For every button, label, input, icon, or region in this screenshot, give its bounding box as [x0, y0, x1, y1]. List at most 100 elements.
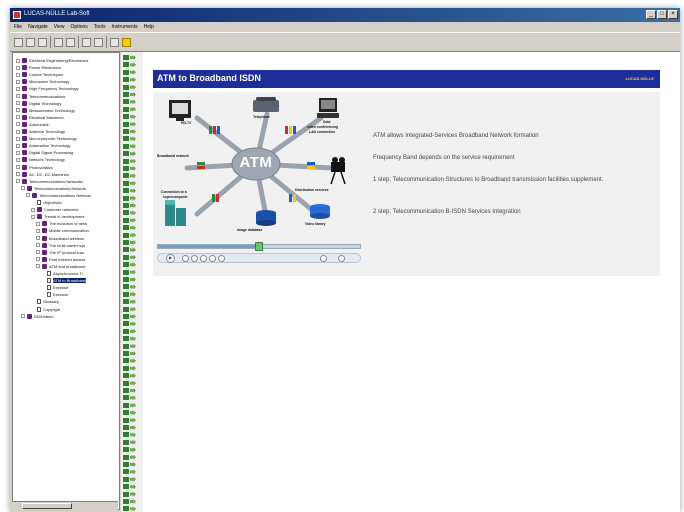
step-1-button[interactable]: [191, 255, 198, 262]
menu-navigate[interactable]: Navigate: [28, 24, 48, 30]
scrollbar-thumb[interactable]: [22, 503, 72, 509]
tree-item[interactable]: Mobile communication: [36, 227, 89, 234]
page-link-icon[interactable]: [123, 224, 137, 231]
page-link-icon[interactable]: [123, 143, 137, 150]
tree-item[interactable]: The IP protocol tran: [36, 249, 84, 256]
page-link-icon[interactable]: [123, 172, 137, 179]
page-link-icon[interactable]: [123, 394, 137, 401]
expand-toggle-icon[interactable]: [16, 150, 20, 155]
tree-item[interactable]: Asynchronous Tr: [41, 270, 83, 277]
step-3-button[interactable]: [209, 255, 216, 262]
tree-item[interactable]: The evolution of netw: [36, 220, 87, 227]
page-link-icon[interactable]: [123, 476, 137, 483]
tree-item[interactable]: Objectives: [31, 199, 62, 206]
tree-item[interactable]: Exercise: [41, 291, 68, 298]
menu-options[interactable]: Options: [71, 24, 88, 30]
menu-instruments[interactable]: Instruments: [111, 24, 137, 30]
page-link-icon[interactable]: [123, 232, 137, 239]
page-link-icon[interactable]: [123, 365, 137, 372]
expand-toggle-icon[interactable]: [26, 193, 30, 198]
minimize-button[interactable]: _: [646, 10, 656, 19]
progress-slider-handle[interactable]: [255, 242, 263, 251]
back-icon[interactable]: [82, 37, 91, 47]
expand-toggle-icon[interactable]: [16, 72, 20, 77]
expand-toggle-icon[interactable]: [16, 165, 20, 169]
expand-toggle-icon[interactable]: [31, 214, 35, 219]
page-link-icon[interactable]: [123, 106, 137, 113]
expand-toggle-icon[interactable]: [16, 115, 20, 120]
tree-item[interactable]: Automotive: [16, 121, 49, 128]
page-link-icon[interactable]: [123, 283, 137, 290]
page-link-icon[interactable]: [123, 121, 137, 128]
progress-bar[interactable]: [157, 242, 361, 251]
tree-item[interactable]: Exercise: [41, 284, 68, 291]
expand-toggle-icon[interactable]: [36, 221, 40, 226]
expand-toggle-icon[interactable]: [16, 65, 20, 70]
page-link-icon[interactable]: [123, 409, 137, 416]
tree-item[interactable]: Network Technology: [16, 156, 65, 163]
page-link-icon[interactable]: [123, 76, 137, 83]
expand-toggle-icon[interactable]: [36, 243, 40, 248]
page-link-icon[interactable]: [123, 180, 137, 187]
tree-item[interactable]: AC, DC, DC Machines: [16, 171, 69, 178]
exit-icon[interactable]: [110, 37, 119, 47]
page-link-icon[interactable]: [123, 298, 137, 305]
page-link-icon[interactable]: [123, 276, 137, 283]
page-link-icon[interactable]: [123, 254, 137, 261]
tree-item[interactable]: Measurement Technology: [16, 107, 75, 114]
expand-toggle-icon[interactable]: [31, 207, 35, 212]
forward-icon[interactable]: [94, 37, 103, 47]
page-link-icon[interactable]: [123, 195, 137, 202]
menu-file[interactable]: File: [14, 24, 22, 30]
page-link-icon[interactable]: [123, 165, 137, 172]
expand-toggle-icon[interactable]: [16, 108, 20, 113]
page-link-icon[interactable]: [123, 54, 137, 61]
page-link-icon[interactable]: [123, 372, 137, 379]
tree-item[interactable]: Electrical Machines: [16, 114, 63, 121]
star-icon[interactable]: [122, 37, 131, 47]
menu-view[interactable]: View: [54, 24, 65, 30]
page-link-icon[interactable]: [123, 357, 137, 364]
page-link-icon[interactable]: [123, 320, 137, 327]
print-icon[interactable]: [38, 37, 47, 47]
expand-toggle-icon[interactable]: [21, 186, 25, 191]
page-link-icon[interactable]: [123, 424, 137, 431]
page-link-icon[interactable]: [123, 468, 137, 475]
page-link-icon[interactable]: [123, 380, 137, 387]
tree-item[interactable]: ATM and broadband: [36, 263, 85, 270]
page-link-icon[interactable]: [123, 239, 137, 246]
save-icon[interactable]: [26, 37, 35, 47]
volume-up-button[interactable]: [338, 255, 345, 262]
expand-toggle-icon[interactable]: [16, 58, 20, 63]
open-icon[interactable]: [14, 37, 23, 47]
expand-toggle-icon[interactable]: [36, 228, 40, 233]
expand-toggle-icon[interactable]: [21, 314, 25, 319]
expand-toggle-icon[interactable]: [16, 136, 20, 141]
page-link-icon[interactable]: [123, 61, 137, 68]
page-link-icon[interactable]: [123, 505, 137, 512]
tree-item[interactable]: High Frequency Technology: [16, 85, 79, 92]
maximize-button[interactable]: □: [657, 10, 667, 19]
tree-item[interactable]: Telecommunications Networks: [16, 178, 83, 185]
page-link-icon[interactable]: [123, 291, 137, 298]
expand-toggle-icon[interactable]: [36, 236, 40, 240]
tree-item[interactable]: Broadband wireless: [36, 235, 84, 242]
page-link-icon[interactable]: [123, 402, 137, 409]
step-4-button[interactable]: [218, 255, 225, 262]
expand-toggle-icon[interactable]: [36, 264, 40, 269]
tree-item[interactable]: Trends in development: [31, 213, 85, 220]
page-link-icon[interactable]: [123, 454, 137, 461]
expand-toggle-icon[interactable]: [16, 94, 20, 98]
tree-item[interactable]: The multi-carrier sys: [36, 242, 85, 249]
page-link-icon[interactable]: [123, 313, 137, 320]
page-link-icon[interactable]: [123, 269, 137, 276]
up-icon[interactable]: [54, 37, 63, 47]
expand-toggle-icon[interactable]: [16, 122, 20, 127]
tree-item[interactable]: Automation Technology: [16, 142, 71, 149]
expand-toggle-icon[interactable]: [36, 250, 40, 255]
expand-toggle-icon[interactable]: [16, 143, 20, 148]
tree-item[interactable]: Telecommunications Network: [26, 192, 91, 199]
volume-down-button[interactable]: [320, 255, 327, 262]
page-link-icon[interactable]: [123, 98, 137, 105]
tree-item[interactable]: Telecommunications Network: [21, 185, 86, 192]
